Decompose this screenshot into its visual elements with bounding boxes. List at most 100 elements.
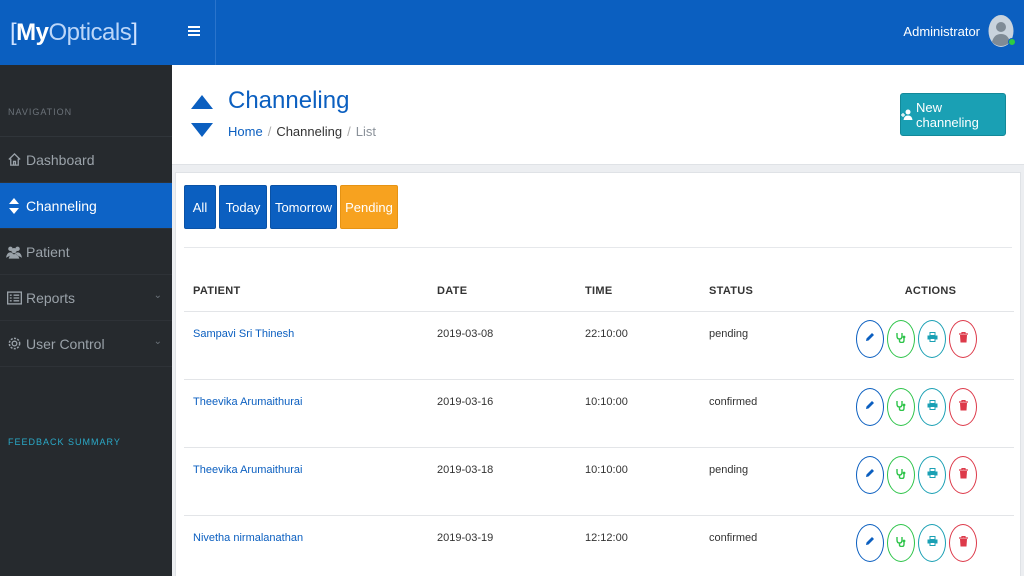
edit-button[interactable] [856, 455, 884, 494]
stethoscope-icon [896, 400, 906, 414]
sidebar-item-label: Channeling [26, 197, 97, 214]
column-header-date[interactable]: DATE [437, 269, 585, 312]
breadcrumb-list: List [355, 124, 376, 139]
column-header-time[interactable]: TIME [585, 269, 709, 312]
sidebar-item-patient[interactable]: Patient [0, 229, 172, 275]
trash-icon [958, 467, 968, 482]
edit-button[interactable] [856, 387, 884, 426]
new-channeling-button[interactable]: New channeling [900, 93, 1006, 136]
chevron-down-icon: ⌄ [153, 336, 162, 347]
user-name: Administrator [903, 23, 980, 39]
time-cell: 12:12:00 [585, 515, 709, 576]
sidebar: [ My Opticals ] NAVIGATION Dashboard Cha… [0, 0, 172, 576]
sidebar-item-user-control[interactable]: User Control ⌄ [0, 321, 172, 367]
print-button[interactable] [918, 387, 946, 426]
chevron-down-icon: ⌄ [153, 290, 162, 301]
filter-tomorrow-button[interactable]: Tomorrow [270, 185, 337, 229]
breadcrumb-home[interactable]: Home [228, 124, 263, 139]
sidebar-item-channeling[interactable]: Channeling [0, 183, 172, 229]
pencil-icon [865, 468, 875, 481]
filter-today-button[interactable]: Today [219, 185, 267, 229]
delete-button[interactable] [949, 319, 977, 358]
print-button[interactable] [918, 319, 946, 358]
pencil-icon [865, 400, 875, 413]
column-header-status[interactable]: STATUS [709, 269, 847, 312]
list-icon [6, 290, 22, 306]
pencil-icon [865, 332, 875, 345]
table-header-row: PATIENT DATE TIME STATUS ACTIONS [184, 269, 1014, 312]
print-icon [927, 536, 938, 549]
sort-icon [6, 197, 22, 214]
print-button[interactable] [918, 523, 946, 562]
sidebar-item-label: Dashboard [26, 151, 95, 168]
home-icon [6, 152, 22, 168]
breadcrumb: Home / Channeling / List [228, 124, 376, 139]
add-user-icon [901, 109, 913, 120]
consult-button[interactable] [887, 387, 915, 426]
table-row: Theevika Arumaithurai 2019-03-18 10:10:0… [184, 447, 1014, 516]
stethoscope-icon [896, 332, 906, 346]
delete-button[interactable] [949, 455, 977, 494]
stethoscope-icon [896, 468, 906, 482]
brand-logo[interactable]: [ My Opticals ] [0, 0, 172, 65]
channeling-table: PATIENT DATE TIME STATUS ACTIONS Sampavi… [184, 269, 1014, 576]
edit-button[interactable] [856, 523, 884, 562]
patient-link[interactable]: Sampavi Sri Thinesh [184, 311, 437, 380]
sidebar-item-label: Reports [26, 289, 76, 306]
feedback-summary-link[interactable]: FEEDBACK SUMMARY [0, 367, 172, 447]
online-status-dot [1008, 38, 1016, 46]
sidebar-item-label: User Control [26, 335, 105, 352]
sidebar-item-dashboard[interactable]: Dashboard [0, 137, 172, 183]
column-header-patient[interactable]: PATIENT [184, 269, 437, 312]
column-header-actions: ACTIONS [847, 269, 1014, 312]
patient-link[interactable]: Theevika Arumaithurai [184, 379, 437, 448]
page-header: Channeling Home / Channeling / List New chan… [172, 65, 1024, 165]
gear-icon [6, 336, 22, 352]
consult-button[interactable] [887, 319, 915, 358]
pencil-icon [865, 536, 875, 549]
filter-all-button[interactable]: All [184, 185, 216, 229]
avatar[interactable] [988, 14, 1016, 48]
actions-cell [847, 515, 1014, 576]
consult-button[interactable] [887, 523, 915, 562]
trash-icon [958, 535, 968, 550]
filter-button-group: All Today Tomorrow Pending [184, 185, 398, 229]
date-cell: 2019-03-16 [437, 379, 585, 448]
status-cell: confirmed [709, 379, 847, 448]
time-cell: 22:10:00 [585, 311, 709, 380]
menu-toggle-button[interactable] [172, 0, 216, 65]
date-cell: 2019-03-08 [437, 311, 585, 380]
brand-part2: Opticals [48, 18, 132, 46]
brand-bracket-close: ] [131, 18, 138, 46]
table-row: Theevika Arumaithurai 2019-03-16 10:10:0… [184, 379, 1014, 448]
patient-link[interactable]: Nivetha nirmalanathan [184, 515, 437, 576]
delete-button[interactable] [949, 387, 977, 426]
users-icon [6, 244, 22, 260]
print-icon [927, 332, 938, 345]
time-cell: 10:10:00 [585, 379, 709, 448]
sidebar-item-label: Patient [26, 243, 70, 260]
page-title: Channeling [228, 87, 350, 114]
trash-icon [958, 331, 968, 346]
print-icon [927, 400, 938, 413]
table-row: Sampavi Sri Thinesh 2019-03-08 22:10:00 … [184, 311, 1014, 380]
consult-button[interactable] [887, 455, 915, 494]
actions-cell [847, 311, 1014, 380]
trash-icon [958, 399, 968, 414]
time-cell: 10:10:00 [585, 447, 709, 516]
actions-cell [847, 447, 1014, 516]
user-menu[interactable]: Administrator [903, 14, 1016, 48]
print-button[interactable] [918, 455, 946, 494]
patient-link[interactable]: Theevika Arumaithurai [184, 447, 437, 516]
divider [184, 247, 1012, 248]
filter-pending-button[interactable]: Pending [340, 185, 398, 229]
sort-icon [190, 93, 214, 139]
delete-button[interactable] [949, 523, 977, 562]
print-icon [927, 468, 938, 481]
brand-part1: My [16, 18, 49, 46]
sidebar-item-reports[interactable]: Reports ⌄ [0, 275, 172, 321]
breadcrumb-separator: / [267, 124, 272, 139]
edit-button[interactable] [856, 319, 884, 358]
hamburger-icon [187, 24, 200, 42]
breadcrumb-channeling[interactable]: Channeling [276, 124, 342, 139]
